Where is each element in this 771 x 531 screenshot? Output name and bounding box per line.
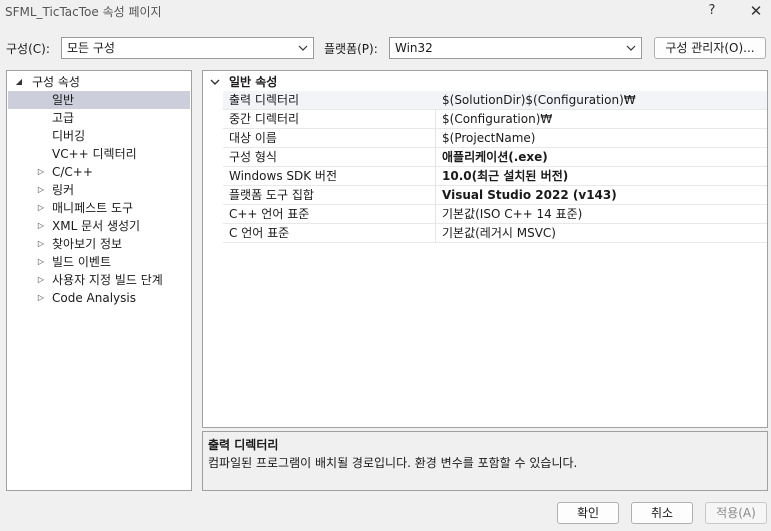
- tree-item-advanced[interactable]: 고급: [8, 109, 190, 127]
- tree-item-label: 매니페스트 도구: [52, 201, 134, 215]
- tree-item-custom-build-step[interactable]: ▷ 사용자 지정 빌드 단계: [8, 271, 190, 289]
- description-title: 출력 디렉터리: [208, 438, 279, 452]
- description-text: 컴파일된 프로그램이 배치될 경로입니다. 환경 변수를 포함할 수 있습니다.: [208, 456, 578, 470]
- tree-item-label: 일반: [52, 93, 75, 107]
- close-button[interactable]: ✕: [742, 1, 770, 21]
- tree-item-label: 빌드 이벤트: [52, 255, 112, 269]
- chevron-down-icon: [298, 45, 308, 51]
- tree-item-label: 고급: [52, 111, 75, 125]
- property-value[interactable]: $(SolutionDir)$(Configuration)₩: [442, 91, 636, 109]
- expand-icon[interactable]: ▷: [36, 163, 46, 181]
- property-value[interactable]: $(ProjectName): [442, 129, 535, 147]
- collapse-icon[interactable]: ◢: [14, 73, 24, 91]
- property-name: Windows SDK 버전: [229, 169, 338, 183]
- property-row-cpp-language-standard[interactable]: C++ 언어 표준 기본값(ISO C++ 14 표준): [223, 205, 767, 224]
- property-tree: ◢ 구성 속성 일반 고급 디버깅 VC++ 디렉터리 ▷ C/C++ ▷ 링커…: [6, 70, 192, 491]
- cancel-button[interactable]: 취소: [631, 502, 693, 524]
- property-name: 구성 형식: [229, 150, 277, 164]
- property-value[interactable]: 기본값(레거시 MSVC): [442, 224, 556, 242]
- property-value[interactable]: 기본값(ISO C++ 14 표준): [442, 205, 582, 223]
- configuration-value: 모든 구성: [67, 41, 115, 55]
- tree-item-label: VC++ 디렉터리: [52, 147, 137, 161]
- property-name: 출력 디렉터리: [229, 93, 300, 107]
- tree-item-label: 찾아보기 정보: [52, 237, 123, 251]
- expand-icon[interactable]: ▷: [36, 271, 46, 289]
- title-bar: SFML_TicTacToe 속성 페이지 ? ✕: [0, 0, 771, 22]
- platform-dropdown[interactable]: Win32: [389, 37, 642, 59]
- property-row-target-name[interactable]: 대상 이름 $(ProjectName): [223, 129, 767, 148]
- property-name: 플랫폼 도구 집합: [229, 188, 314, 202]
- tree-item-vc-directories[interactable]: VC++ 디렉터리: [8, 145, 190, 163]
- property-row-intermediate-directory[interactable]: 중간 디렉터리 $(Configuration)₩: [223, 110, 767, 129]
- configuration-dropdown[interactable]: 모든 구성: [61, 37, 314, 59]
- tree-item-cpp[interactable]: ▷ C/C++: [8, 163, 190, 181]
- tree-item-label: 구성 속성: [32, 75, 80, 89]
- tree-item-label: Code Analysis: [52, 291, 136, 305]
- expand-icon[interactable]: ▷: [36, 253, 46, 271]
- expand-icon[interactable]: ▷: [36, 217, 46, 235]
- configuration-manager-button[interactable]: 구성 관리자(O)...: [654, 37, 766, 59]
- category-label: 일반 속성: [229, 75, 278, 89]
- chevron-down-icon[interactable]: [209, 73, 221, 91]
- tree-item-label: C/C++: [52, 165, 93, 179]
- tree-item-debugging[interactable]: 디버깅: [8, 127, 190, 145]
- tree-item-build-events[interactable]: ▷ 빌드 이벤트: [8, 253, 190, 271]
- description-panel: 출력 디렉터리 컴파일된 프로그램이 배치될 경로입니다. 환경 변수를 포함할…: [202, 431, 768, 491]
- chevron-down-icon: [626, 45, 636, 51]
- configuration-label: 구성(C):: [6, 42, 50, 56]
- tree-item-general[interactable]: 일반: [8, 91, 190, 109]
- property-name: 대상 이름: [229, 131, 277, 145]
- property-row-configuration-type[interactable]: 구성 형식 애플리케이션(.exe): [223, 148, 767, 167]
- platform-value: Win32: [395, 41, 433, 55]
- category-general-properties[interactable]: 일반 속성: [203, 73, 767, 91]
- expand-icon[interactable]: ▷: [36, 181, 46, 199]
- property-name: C 언어 표준: [229, 226, 290, 240]
- property-name: 중간 디렉터리: [229, 112, 300, 126]
- property-row-c-language-standard[interactable]: C 언어 표준 기본값(레거시 MSVC): [223, 224, 767, 243]
- tree-item-label: 사용자 지정 빌드 단계: [52, 273, 163, 287]
- apply-button[interactable]: 적용(A): [705, 502, 767, 524]
- property-row-windows-sdk-version[interactable]: Windows SDK 버전 10.0(최근 설치된 버전): [223, 167, 767, 186]
- property-value[interactable]: Visual Studio 2022 (v143): [442, 186, 617, 204]
- tree-item-label: XML 문서 생성기: [52, 219, 141, 233]
- tree-item-code-analysis[interactable]: ▷ Code Analysis: [8, 289, 190, 307]
- window-title: SFML_TicTacToe 속성 페이지: [5, 5, 162, 19]
- property-value[interactable]: $(Configuration)₩: [442, 110, 552, 128]
- help-button[interactable]: ?: [698, 1, 726, 21]
- tree-item-linker[interactable]: ▷ 링커: [8, 181, 190, 199]
- expand-icon[interactable]: ▷: [36, 289, 46, 307]
- property-row-output-directory[interactable]: 출력 디렉터리 $(SolutionDir)$(Configuration)₩: [223, 91, 767, 110]
- tree-item-label: 링커: [52, 183, 75, 197]
- expand-icon[interactable]: ▷: [36, 235, 46, 253]
- property-value[interactable]: 10.0(최근 설치된 버전): [442, 167, 568, 185]
- expand-icon[interactable]: ▷: [36, 199, 46, 217]
- tree-item-label: 디버깅: [52, 129, 86, 143]
- property-row-platform-toolset[interactable]: 플랫폼 도구 집합 Visual Studio 2022 (v143): [223, 186, 767, 205]
- ok-button[interactable]: 확인: [557, 502, 619, 524]
- platform-label: 플랫폼(P):: [324, 42, 378, 56]
- property-value[interactable]: 애플리케이션(.exe): [442, 148, 548, 166]
- tree-item-browse-information[interactable]: ▷ 찾아보기 정보: [8, 235, 190, 253]
- tree-item-configuration-properties[interactable]: ◢ 구성 속성: [8, 73, 190, 91]
- tree-item-manifest-tool[interactable]: ▷ 매니페스트 도구: [8, 199, 190, 217]
- property-name: C++ 언어 표준: [229, 207, 310, 221]
- property-grid: 일반 속성 출력 디렉터리 $(SolutionDir)$(Configurat…: [202, 70, 768, 428]
- tree-item-xml-doc-generator[interactable]: ▷ XML 문서 생성기: [8, 217, 190, 235]
